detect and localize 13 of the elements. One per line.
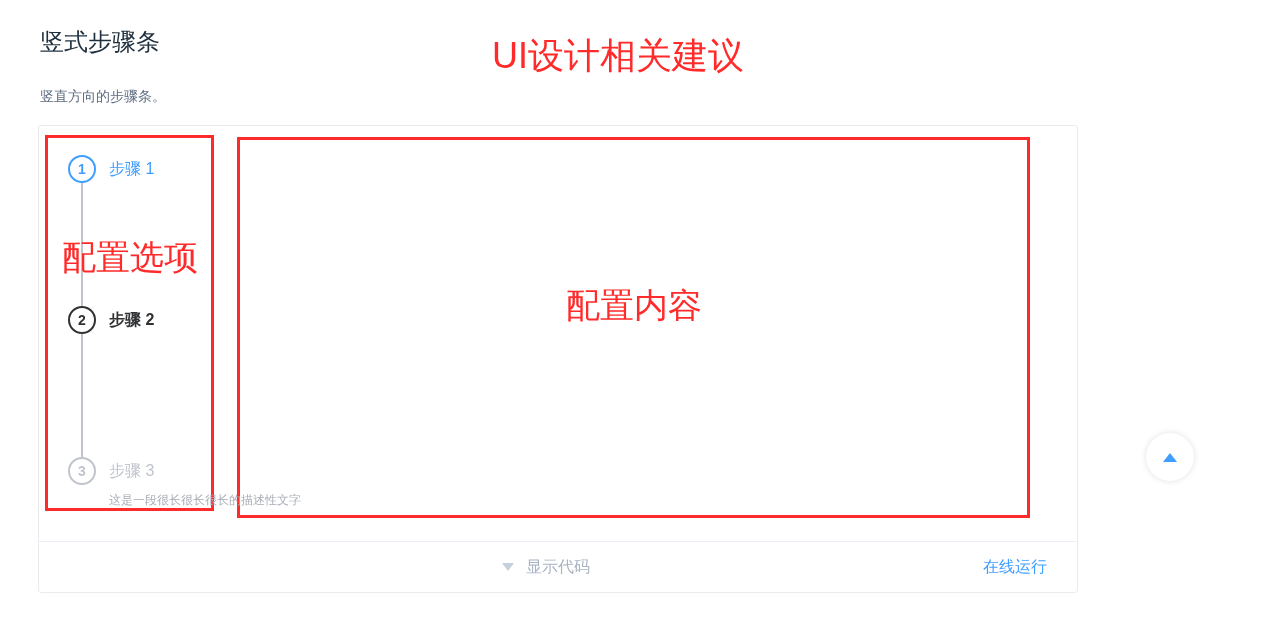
step-title: 步骤 3 xyxy=(109,461,156,481)
run-online-link[interactable]: 在线运行 xyxy=(983,555,1047,579)
back-to-top-button[interactable] xyxy=(1146,433,1194,481)
caret-up-icon xyxy=(1163,452,1177,462)
caret-down-icon xyxy=(502,563,514,571)
annotation-label: 配置内容 xyxy=(565,285,702,325)
page-description: 竖直方向的步骤条。 xyxy=(40,87,167,106)
annotation-heading: UI设计相关建议 xyxy=(492,34,744,78)
step-title: 步骤 2 xyxy=(109,310,155,330)
page-title: 竖式步骤条 xyxy=(40,27,160,57)
show-code-button[interactable]: 显示代码 xyxy=(502,555,590,579)
annotation-label: 配置选项 xyxy=(61,237,198,277)
step-title: 步骤 1 xyxy=(109,159,155,179)
